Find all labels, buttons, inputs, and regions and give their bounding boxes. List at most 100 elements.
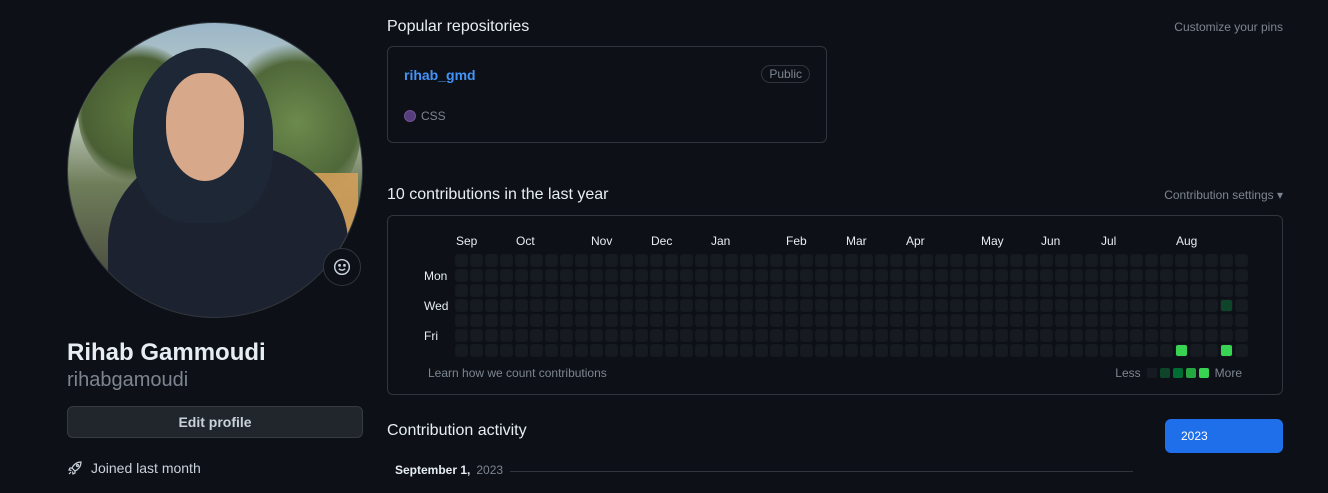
contribution-day-cell[interactable] [545, 269, 558, 282]
contribution-day-cell[interactable] [1175, 329, 1188, 342]
contribution-day-cell[interactable] [650, 269, 663, 282]
contribution-day-cell[interactable] [485, 284, 498, 297]
contribution-day-cell[interactable] [920, 299, 933, 312]
edit-profile-button[interactable]: Edit profile [67, 406, 363, 438]
contribution-day-cell[interactable] [1130, 269, 1143, 282]
contribution-day-cell[interactable] [695, 329, 708, 342]
contribution-day-cell[interactable] [500, 344, 513, 357]
contribution-day-cell[interactable] [1100, 329, 1113, 342]
contribution-day-cell[interactable] [650, 254, 663, 267]
contribution-day-cell[interactable] [665, 299, 678, 312]
contribution-day-cell[interactable] [1070, 254, 1083, 267]
contribution-day-cell[interactable] [725, 269, 738, 282]
contribution-day-cell[interactable] [1145, 314, 1158, 327]
contribution-day-cell[interactable] [890, 329, 903, 342]
contribution-day-cell[interactable] [1145, 299, 1158, 312]
contribution-day-cell[interactable] [560, 329, 573, 342]
contribution-day-cell[interactable] [455, 284, 468, 297]
contribution-day-cell[interactable] [935, 344, 948, 357]
contribution-day-cell[interactable] [515, 254, 528, 267]
contribution-day-cell[interactable] [755, 329, 768, 342]
contribution-day-cell[interactable] [995, 299, 1008, 312]
contribution-day-cell[interactable] [875, 284, 888, 297]
contribution-day-cell[interactable] [1010, 314, 1023, 327]
contribution-day-cell[interactable] [1220, 314, 1233, 327]
contribution-day-cell[interactable] [1085, 299, 1098, 312]
contribution-day-cell[interactable] [665, 329, 678, 342]
contribution-day-cell[interactable] [1025, 329, 1038, 342]
contribution-day-cell[interactable] [1235, 299, 1248, 312]
contribution-day-cell[interactable] [635, 299, 648, 312]
contribution-day-cell[interactable] [1235, 314, 1248, 327]
contribution-day-cell[interactable] [1025, 269, 1038, 282]
contribution-day-cell[interactable] [710, 254, 723, 267]
contribution-day-cell[interactable] [1175, 299, 1188, 312]
contribution-day-cell[interactable] [530, 344, 543, 357]
contribution-day-cell[interactable] [980, 269, 993, 282]
contribution-day-cell[interactable] [1100, 269, 1113, 282]
contribution-day-cell[interactable] [620, 344, 633, 357]
contribution-day-cell[interactable] [1145, 344, 1158, 357]
contribution-day-cell[interactable] [590, 329, 603, 342]
contribution-day-cell[interactable] [770, 254, 783, 267]
contribution-day-cell[interactable] [665, 269, 678, 282]
contribution-day-cell[interactable] [1040, 269, 1053, 282]
contribution-day-cell[interactable] [695, 314, 708, 327]
contribution-day-cell[interactable] [905, 314, 918, 327]
contribution-day-cell[interactable] [530, 314, 543, 327]
contribution-day-cell[interactable] [545, 284, 558, 297]
contribution-day-cell[interactable] [1145, 254, 1158, 267]
contribution-day-cell[interactable] [1205, 314, 1218, 327]
contribution-day-cell[interactable] [875, 299, 888, 312]
contribution-day-cell[interactable] [680, 344, 693, 357]
contribution-day-cell[interactable] [1235, 329, 1248, 342]
contribution-day-cell[interactable] [650, 299, 663, 312]
contribution-day-cell[interactable] [1145, 284, 1158, 297]
contribution-day-cell[interactable] [635, 329, 648, 342]
contribution-day-cell[interactable] [995, 284, 1008, 297]
contribution-day-cell[interactable] [965, 329, 978, 342]
contribution-day-cell[interactable] [1040, 299, 1053, 312]
contribution-day-cell[interactable] [1010, 329, 1023, 342]
contribution-day-cell[interactable] [455, 269, 468, 282]
contribution-day-cell[interactable] [740, 329, 753, 342]
contribution-day-cell[interactable] [785, 344, 798, 357]
contribution-day-cell[interactable] [575, 254, 588, 267]
contribution-day-cell[interactable] [860, 344, 873, 357]
contribution-day-cell[interactable] [1055, 344, 1068, 357]
contribution-day-cell[interactable] [1025, 254, 1038, 267]
contribution-day-cell[interactable] [935, 269, 948, 282]
contribution-day-cell[interactable] [770, 269, 783, 282]
contribution-day-cell[interactable] [1205, 299, 1218, 312]
contribution-day-cell[interactable] [770, 344, 783, 357]
contribution-day-cell[interactable] [860, 269, 873, 282]
contribution-day-cell[interactable] [1100, 299, 1113, 312]
contribution-day-cell[interactable] [635, 344, 648, 357]
contribution-day-cell[interactable] [1010, 284, 1023, 297]
contribution-day-cell[interactable] [740, 314, 753, 327]
contribution-day-cell[interactable] [1160, 314, 1173, 327]
contribution-day-cell[interactable] [725, 329, 738, 342]
contribution-day-cell[interactable] [875, 269, 888, 282]
contribution-day-cell[interactable] [1205, 284, 1218, 297]
contribution-day-cell[interactable] [845, 299, 858, 312]
contribution-day-cell[interactable] [575, 329, 588, 342]
contribution-day-cell[interactable] [635, 254, 648, 267]
contribution-day-cell[interactable] [485, 329, 498, 342]
contribution-day-cell[interactable] [665, 284, 678, 297]
contribution-day-cell[interactable] [740, 344, 753, 357]
contribution-day-cell[interactable] [1220, 254, 1233, 267]
contribution-day-cell[interactable] [1130, 314, 1143, 327]
contribution-day-cell[interactable] [1040, 329, 1053, 342]
contribution-day-cell[interactable] [800, 299, 813, 312]
contribution-day-cell[interactable] [1235, 269, 1248, 282]
contribution-day-cell[interactable] [845, 344, 858, 357]
contribution-day-cell[interactable] [1085, 344, 1098, 357]
contribution-day-cell[interactable] [890, 314, 903, 327]
contribution-day-cell[interactable] [530, 329, 543, 342]
contribution-day-cell[interactable] [950, 314, 963, 327]
contribution-day-cell[interactable] [530, 284, 543, 297]
contribution-day-cell[interactable] [1235, 284, 1248, 297]
contribution-day-cell[interactable] [650, 329, 663, 342]
contribution-day-cell[interactable] [995, 344, 1008, 357]
